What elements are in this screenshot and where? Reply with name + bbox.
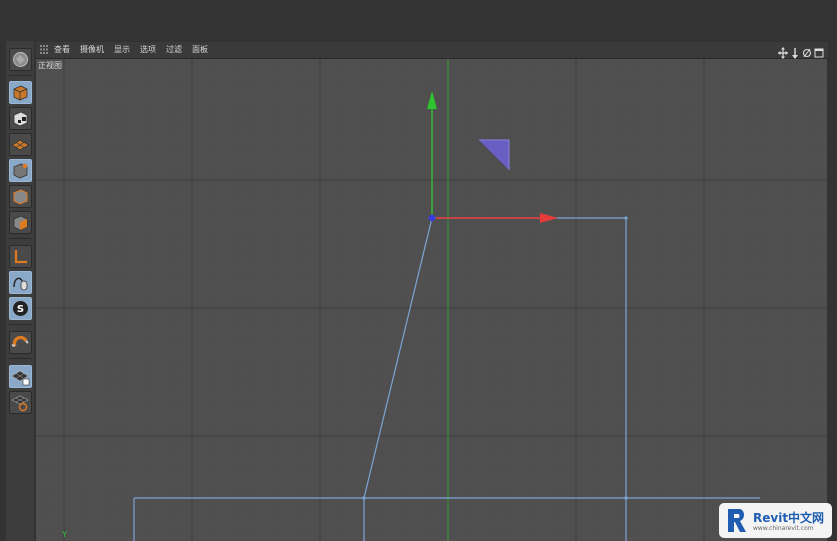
maximize-view-icon[interactable] xyxy=(814,44,824,58)
zoom-view-icon[interactable] xyxy=(790,44,800,59)
workplane-lock-icon[interactable] xyxy=(9,365,32,388)
points-mode-icon[interactable] xyxy=(9,159,32,182)
workplane-icon[interactable] xyxy=(9,133,32,156)
viewport-canvas[interactable]: Y xyxy=(36,59,827,541)
snap-icon[interactable] xyxy=(9,331,32,354)
menu-display[interactable]: 显示 xyxy=(114,43,130,57)
front-viewport[interactable]: Y 正视图 xyxy=(36,59,827,541)
polygons-mode-icon[interactable] xyxy=(9,211,32,234)
drag-grip-icon[interactable] xyxy=(40,45,48,54)
axis-indicator-label: Y xyxy=(61,530,67,539)
svg-text:S: S xyxy=(17,304,24,315)
menu-panel[interactable]: 面板 xyxy=(192,43,208,57)
model-mode-icon[interactable] xyxy=(9,81,32,104)
menu-filter[interactable]: 过滤 xyxy=(166,43,182,57)
revit-watermark: Revit中文网 www.chinarevit.com xyxy=(719,503,832,538)
axis-mode-icon[interactable] xyxy=(9,245,32,268)
texture-mode-icon[interactable] xyxy=(9,107,32,130)
tweak-mode-icon[interactable] xyxy=(9,271,32,294)
menu-camera[interactable]: 摄像机 xyxy=(80,43,104,57)
menu-view[interactable]: 查看 xyxy=(54,43,70,57)
edges-mode-icon[interactable] xyxy=(9,185,32,208)
rotate-view-icon[interactable] xyxy=(802,44,812,58)
view-title: 正视图 xyxy=(38,61,62,70)
top-toolbar-area xyxy=(0,0,837,41)
view-navigation-controls xyxy=(778,44,824,59)
move-view-icon[interactable] xyxy=(778,44,788,59)
menu-options[interactable]: 选项 xyxy=(140,43,156,57)
viewport-menubar: 查看 摄像机 显示 选项 过滤 面板 xyxy=(36,42,828,59)
undo-view-icon[interactable] xyxy=(9,48,32,71)
solo-icon[interactable]: S xyxy=(9,297,32,320)
watermark-brand: Revit中文网 xyxy=(753,511,825,525)
watermark-url: www.chinarevit.com xyxy=(753,525,814,532)
revit-logo-icon xyxy=(728,509,746,532)
grid-icon[interactable] xyxy=(9,391,32,414)
left-toolbar: S xyxy=(6,41,34,541)
